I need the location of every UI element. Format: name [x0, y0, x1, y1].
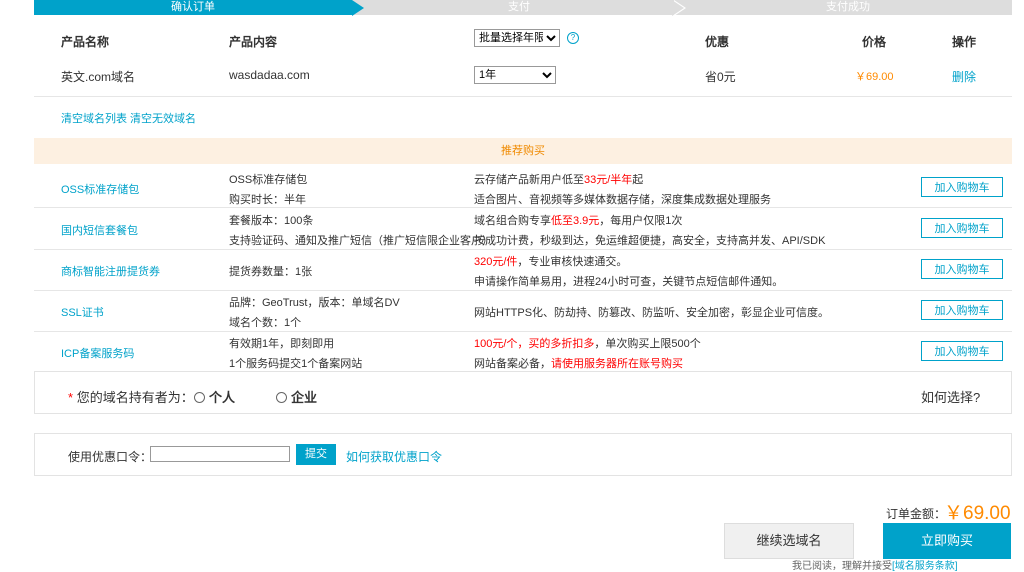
step-pay: 支付 [508, 1, 530, 13]
item-desc: 域名组合购专享低至3.9元，每用户仅限1次 [474, 215, 683, 227]
item-desc: 云存储产品新用户低至33元/半年起 [474, 174, 644, 186]
header-price: 价格 [862, 35, 887, 49]
item-name[interactable]: SSL证书 [61, 304, 104, 320]
header-product-content: 产品内容 [229, 35, 278, 49]
step-confirm-order: 确认订单 [34, 0, 352, 15]
item-name[interactable]: ICP备案服务码 [61, 345, 134, 361]
item-desc: 320元/件，专业审核快速通交。 [474, 256, 628, 268]
coupon-input[interactable] [150, 446, 290, 462]
item-spec: OSS标准存储包 [229, 174, 308, 186]
step-arrow [352, 0, 364, 16]
clear-list-link[interactable]: 清空域名列表 [61, 110, 127, 126]
item-spec: 有效期1年，即刻即用 [229, 338, 335, 350]
agreement-line: 我已阅读，理解并接受[域名服务条款] [792, 561, 958, 572]
divider [34, 331, 1012, 332]
radio-company[interactable]: 企业 [276, 387, 317, 406]
item-name[interactable]: 国内短信套餐包 [61, 222, 138, 238]
divider [34, 249, 1012, 250]
total-amount: ￥69.00 [944, 503, 1011, 524]
row-discount: 省0元 [705, 70, 736, 84]
row-product-name: 英文.com域名 [61, 70, 136, 84]
item-spec: 购买时长：半年 [229, 194, 306, 206]
step-pay-success: 支付成功 [826, 1, 870, 13]
buy-now-button[interactable]: 立即购买 [883, 523, 1011, 559]
coupon-submit-button[interactable]: 提交 [296, 444, 336, 465]
clear-invalid-link[interactable]: 清空无效域名 [130, 110, 196, 126]
item-desc: 申请操作简单易用，进程24小时可查，关键节点短信邮件通知。 [474, 276, 784, 288]
header-discount: 优惠 [705, 35, 730, 49]
delete-link[interactable]: 删除 [952, 68, 976, 85]
row-domain: wasdadaa.com [229, 68, 310, 82]
divider [34, 207, 1012, 208]
add-to-cart-button[interactable]: 加入购物车 [921, 177, 1003, 197]
radio-icon [276, 392, 287, 403]
item-spec: 域名个数：1个 [229, 317, 302, 329]
add-to-cart-button[interactable]: 加入购物车 [921, 300, 1003, 320]
divider [34, 290, 1012, 291]
item-name[interactable]: OSS标准存储包 [61, 181, 139, 197]
total-label: 订单金额： [886, 507, 947, 521]
item-spec: 套餐版本：100条 [229, 215, 314, 227]
bulk-year-select[interactable]: 批量选择年限 [474, 29, 560, 47]
item-desc: 网站HTTPS化、防劫持、防篡改、防监听、安全加密，彰显企业可信度。 [474, 307, 830, 319]
item-spec: 品牌：GeoTrust，版本：单域名DV [229, 297, 400, 309]
holder-label: * 您的域名持有者为： [68, 390, 194, 405]
item-spec: 提货券数量：1张 [229, 266, 313, 278]
item-spec: 支持验证码、通知及推广短信（推广短信限企业客户） [229, 235, 493, 247]
add-to-cart-button[interactable]: 加入购物车 [921, 218, 1003, 238]
header-product-name: 产品名称 [61, 35, 110, 49]
year-select[interactable]: 1年 [474, 66, 556, 84]
radio-icon [194, 392, 205, 403]
item-desc: 网站备案必备，请使用服务器所在账号购买 [474, 358, 683, 370]
how-to-choose-link[interactable]: 如何选择? [921, 387, 980, 406]
item-desc: 按成功计费，秒级到达，免运维超便捷，高安全，支持高并发、API/SDK [474, 235, 826, 247]
divider [34, 96, 1012, 97]
add-to-cart-button[interactable]: 加入购物车 [921, 259, 1003, 279]
item-desc: 适合图片、音视频等多媒体数据存储，深度集成数据处理服务 [474, 194, 771, 206]
get-coupon-link[interactable]: 如何获取优惠口令 [346, 448, 442, 465]
radio-personal[interactable]: 个人 [194, 387, 235, 406]
recommend-header: 推荐购买 [34, 138, 1012, 164]
add-to-cart-button[interactable]: 加入购物车 [921, 341, 1003, 361]
continue-select-button[interactable]: 继续选域名 [724, 523, 854, 559]
item-desc: 100元/个，买的多折扣多，单次购买上限500个 [474, 338, 701, 350]
row-price: ￥69.00 [855, 71, 894, 83]
header-action: 操作 [952, 35, 977, 49]
item-name[interactable]: 商标智能注册提货券 [61, 263, 160, 279]
coupon-label: 使用优惠口令： [68, 450, 153, 464]
help-icon[interactable]: ? [563, 30, 579, 44]
order-steps: 确认订单 支付 支付成功 [34, 0, 1012, 16]
item-spec: 1个服务码提交1个备案网站 [229, 358, 363, 370]
